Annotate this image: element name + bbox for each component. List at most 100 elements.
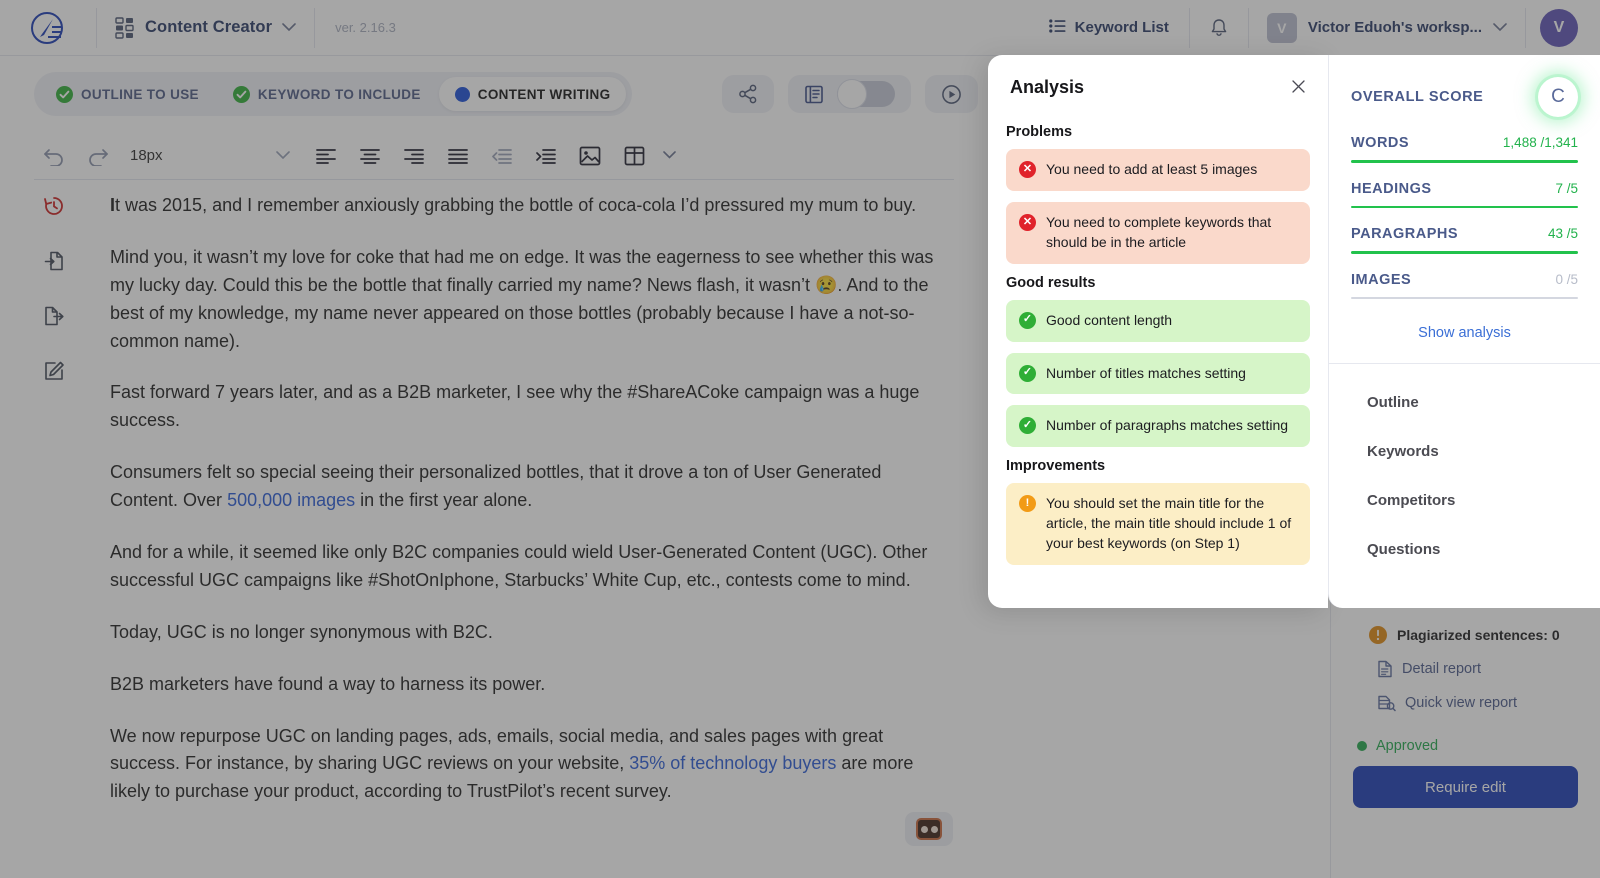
preview-play-button[interactable] xyxy=(925,75,978,113)
document-search-icon xyxy=(1378,695,1396,712)
workspace-name: Victor Eduoh's worksp... xyxy=(1307,19,1482,36)
require-edit-button[interactable]: Require edit xyxy=(1353,766,1578,808)
document-editor[interactable]: It was 2015, and I remember anxiously gr… xyxy=(110,192,940,878)
plagiarism-label: Plagiarized sentences: 0 xyxy=(1397,627,1560,643)
warning-circle-icon: ! xyxy=(1019,495,1036,513)
quick-view-report-label: Quick view report xyxy=(1405,695,1518,711)
list-icon xyxy=(1048,18,1066,37)
outdent-button[interactable] xyxy=(482,136,522,176)
error-circle-icon: ✕ xyxy=(1019,161,1036,178)
pen-circle-logo-icon xyxy=(31,11,63,44)
plagiarism-status: Plagiarized sentences: 0 xyxy=(1353,612,1578,644)
error-circle-icon: ✕ xyxy=(1019,213,1036,231)
chevron-down-icon[interactable] xyxy=(282,20,296,35)
font-size-select[interactable]: 18px xyxy=(130,147,290,164)
badge-dot xyxy=(930,825,938,833)
align-right-icon xyxy=(404,148,424,164)
import-document-icon xyxy=(44,251,63,271)
edit-document-button[interactable] xyxy=(43,360,65,387)
document-paragraph: Today, UGC is no longer synonymous with … xyxy=(110,621,493,642)
format-toolbar: 18px xyxy=(34,132,954,180)
import-document-button[interactable] xyxy=(43,250,65,277)
step-tab-outline[interactable]: OUTLINE TO USE xyxy=(40,77,215,111)
analysis-title: Analysis xyxy=(1010,77,1085,97)
metric-value: 7 /5 xyxy=(1555,180,1578,196)
align-right-button[interactable] xyxy=(394,136,434,176)
section-heading-problems: Problems xyxy=(1006,124,1073,140)
history-revert-button[interactable] xyxy=(43,195,65,222)
keyword-list-label: Keyword List xyxy=(1074,19,1169,36)
editor-actions xyxy=(722,75,978,113)
chevron-down-icon[interactable] xyxy=(1493,20,1507,35)
sidebar-item-outline[interactable]: Outline xyxy=(1351,378,1578,427)
toggle-knob xyxy=(837,79,867,109)
app-name: Content Creator xyxy=(145,18,273,36)
analysis-item-text: Number of titles matches setting xyxy=(1046,364,1246,381)
redo-button[interactable] xyxy=(78,136,118,176)
status-badge: Approved xyxy=(1353,712,1578,754)
filled-dot-icon xyxy=(454,86,470,102)
metric-bar xyxy=(1351,296,1578,299)
sidebar-item-competitors[interactable]: Competitors xyxy=(1351,476,1578,525)
overall-score-row: OVERALL SCORE C xyxy=(1351,55,1578,117)
analysis-item-text: You should set the main title for the ar… xyxy=(1046,495,1292,551)
align-justify-icon xyxy=(448,148,468,164)
app-logo[interactable] xyxy=(0,8,96,48)
paragraph-text: in the first year alone. xyxy=(355,490,533,511)
metric-headings: HEADINGS 7 /5 xyxy=(1351,163,1578,208)
notifications-button[interactable] xyxy=(1190,18,1248,38)
check-circle-icon: ✓ xyxy=(1019,417,1036,435)
document-icon xyxy=(1378,660,1392,678)
step-tab-keyword[interactable]: KEYWORD TO INCLUDE xyxy=(217,77,437,111)
readability-toggle[interactable] xyxy=(837,79,895,109)
analysis-item-problem: ✕ You need to complete keywords that sho… xyxy=(1006,201,1310,264)
top-bar-right: Keyword List V Victor Eduoh's worksp... … xyxy=(1029,0,1600,55)
analysis-item-improvement: ! You should set the main title for the … xyxy=(1006,483,1310,565)
grid-menu-icon xyxy=(115,16,135,39)
step-tab-content-writing[interactable]: CONTENT WRITING xyxy=(438,77,627,111)
close-icon[interactable] xyxy=(1291,79,1306,97)
metric-label: IMAGES xyxy=(1351,271,1412,288)
media-badge-button[interactable] xyxy=(905,812,953,846)
inline-link[interactable]: 500,000 images xyxy=(227,490,355,510)
metric-value: 43 /5 xyxy=(1547,226,1578,241)
detail-report-link[interactable]: Detail report xyxy=(1353,644,1578,678)
overall-score-label: OVERALL SCORE xyxy=(1351,89,1484,105)
workspace-switcher[interactable]: V Victor Eduoh's worksp... xyxy=(1249,12,1525,43)
quick-view-report-link[interactable]: Quick view report xyxy=(1353,678,1578,712)
undo-icon xyxy=(44,148,63,166)
app-switcher[interactable]: Content Creator xyxy=(97,0,314,55)
analysis-header: Analysis xyxy=(988,55,1328,98)
export-document-button[interactable] xyxy=(43,305,65,332)
step-tabs: OUTLINE TO USE KEYWORD TO INCLUDE CONTEN… xyxy=(34,72,633,116)
check-circle-icon: ✓ xyxy=(1019,364,1036,382)
align-center-button[interactable] xyxy=(350,136,390,176)
share-button[interactable] xyxy=(722,75,774,113)
align-left-button[interactable] xyxy=(306,136,346,176)
play-circle-icon xyxy=(942,84,961,104)
metric-images: IMAGES 0 /5 xyxy=(1351,254,1578,299)
undo-button[interactable] xyxy=(34,136,74,176)
sidebar-item-questions[interactable]: Questions xyxy=(1351,525,1578,574)
sidebar-item-keywords[interactable]: Keywords xyxy=(1351,427,1578,476)
status-dot-icon xyxy=(1357,741,1367,751)
inline-link[interactable]: 35% of technology buyers xyxy=(629,753,836,773)
book-icon xyxy=(805,85,823,103)
check-circle-icon xyxy=(232,85,250,103)
step-tab-label: OUTLINE TO USE xyxy=(81,86,199,102)
score-panel: OVERALL SCORE C WORDS 1,488 /1,341 HEADI… xyxy=(1328,55,1600,608)
document-paragraph: B2B marketers have found a way to harnes… xyxy=(110,673,546,694)
table-options-chevron[interactable] xyxy=(658,136,680,176)
user-menu[interactable]: V xyxy=(1526,8,1600,47)
readability-toggle-group[interactable] xyxy=(788,75,911,113)
workspace-initial: V xyxy=(1266,12,1297,43)
align-justify-button[interactable] xyxy=(438,136,478,176)
keyword-list-button[interactable]: Keyword List xyxy=(1029,18,1189,37)
show-analysis-link[interactable]: Show analysis xyxy=(1351,325,1578,341)
metric-value: 1,488 /1,341 xyxy=(1502,135,1578,150)
insert-image-button[interactable] xyxy=(570,136,610,176)
analysis-body: Problems ✕ You need to add at least 5 im… xyxy=(988,98,1328,576)
metric-words: WORDS 1,488 /1,341 xyxy=(1351,117,1578,163)
indent-button[interactable] xyxy=(526,136,566,176)
insert-table-button[interactable] xyxy=(614,136,654,176)
